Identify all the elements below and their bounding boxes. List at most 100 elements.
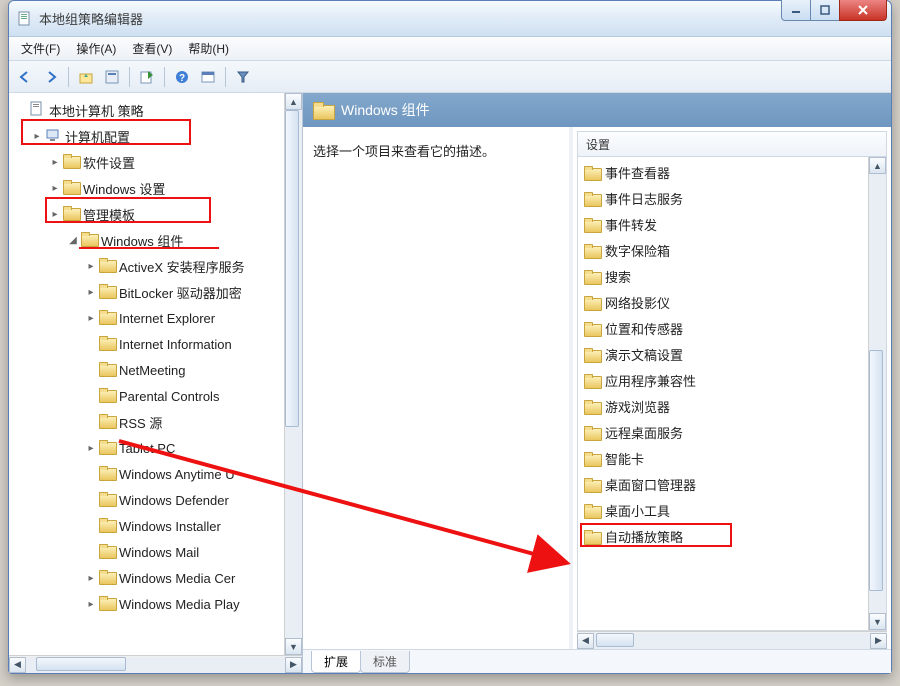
list-h-scrollbar[interactable]: ◀ ▶	[577, 631, 887, 649]
expander-icon[interactable]: ▸	[31, 131, 43, 142]
list-item-label: 位置和传感器	[605, 319, 683, 338]
scroll-thumb[interactable]	[36, 657, 126, 671]
expander-icon[interactable]: ▸	[85, 287, 97, 298]
properties-button[interactable]	[100, 65, 124, 89]
tree-item[interactable]: Windows Anytime U	[13, 461, 284, 487]
list-v-scrollbar[interactable]: ▲ ▼	[868, 157, 886, 630]
back-button[interactable]	[13, 65, 37, 89]
scroll-right-icon[interactable]: ▶	[870, 633, 887, 649]
scroll-thumb[interactable]	[596, 633, 634, 647]
list-item[interactable]: 搜索	[578, 263, 868, 289]
close-button[interactable]	[839, 0, 887, 21]
tree-item[interactable]: ▸Windows Media Cer	[13, 565, 284, 591]
list-item[interactable]: 智能卡	[578, 445, 868, 471]
scroll-thumb[interactable]	[869, 350, 883, 591]
folder-icon	[584, 244, 600, 257]
tree-item[interactable]: 本地计算机 策略	[13, 97, 284, 123]
scroll-left-icon[interactable]: ◀	[577, 633, 594, 649]
list-item[interactable]: 演示文稿设置	[578, 341, 868, 367]
folder-icon	[584, 426, 600, 439]
scroll-down-icon[interactable]: ▼	[285, 638, 302, 655]
scroll-down-icon[interactable]: ▼	[869, 613, 886, 630]
scroll-thumb[interactable]	[285, 110, 299, 427]
expander-icon[interactable]: ▸	[49, 209, 61, 220]
tree-item[interactable]: RSS 源	[13, 409, 284, 435]
titlebar: 本地组策略编辑器	[9, 1, 891, 37]
tab-standard[interactable]: 标准	[360, 651, 410, 673]
tree-item[interactable]: ▸Internet Explorer	[13, 305, 284, 331]
export-button[interactable]	[135, 65, 159, 89]
list-item[interactable]: 事件查看器	[578, 159, 868, 185]
list-item[interactable]: 位置和传感器	[578, 315, 868, 341]
tree-item[interactable]: Parental Controls	[13, 383, 284, 409]
tree-h-scrollbar[interactable]: ◀ ▶	[9, 655, 302, 673]
folder-icon	[584, 296, 600, 309]
expander-icon[interactable]: ▸	[85, 313, 97, 324]
tree-item[interactable]: ▸软件设置	[13, 149, 284, 175]
list-item[interactable]: 网络投影仪	[578, 289, 868, 315]
settings-list[interactable]: 事件查看器事件日志服务事件转发数字保险箱搜索网络投影仪位置和传感器演示文稿设置应…	[578, 157, 868, 630]
tree-item[interactable]: Windows Mail	[13, 539, 284, 565]
list-item[interactable]: 桌面小工具	[578, 497, 868, 523]
menu-action[interactable]: 操作(A)	[68, 40, 124, 57]
list-item[interactable]: 游戏浏览器	[578, 393, 868, 419]
maximize-button[interactable]	[810, 0, 840, 21]
column-header-settings[interactable]: 设置	[577, 131, 887, 157]
tab-extended[interactable]: 扩展	[311, 651, 361, 673]
tree-item[interactable]: Windows Defender	[13, 487, 284, 513]
expander-icon[interactable]: ▸	[49, 157, 61, 168]
expander-icon[interactable]: ◢	[67, 235, 79, 246]
scroll-right-icon[interactable]: ▶	[285, 657, 302, 673]
window-title: 本地组策略编辑器	[39, 9, 143, 28]
tree-item[interactable]: ▸Windows 设置	[13, 175, 284, 201]
scroll-up-icon[interactable]: ▲	[285, 93, 302, 110]
expander-icon[interactable]: ▸	[85, 261, 97, 272]
folder-icon	[584, 270, 600, 283]
tree-item-label: Windows Mail	[119, 545, 199, 560]
expander-icon[interactable]: ▸	[85, 599, 97, 610]
folder-icon	[584, 218, 600, 231]
expander-icon[interactable]: ▸	[85, 443, 97, 454]
list-item[interactable]: 桌面窗口管理器	[578, 471, 868, 497]
content-pane: Windows 组件 选择一个项目来查看它的描述。 设置 事件查看器事件日志服务…	[303, 93, 891, 673]
tree-item[interactable]: ▸Tablet PC	[13, 435, 284, 461]
menu-help[interactable]: 帮助(H)	[180, 40, 237, 57]
up-button[interactable]	[74, 65, 98, 89]
menu-view[interactable]: 查看(V)	[124, 40, 180, 57]
filter-button[interactable]	[231, 65, 255, 89]
console-button[interactable]	[196, 65, 220, 89]
folder-icon	[99, 492, 115, 508]
menubar: 文件(F) 操作(A) 查看(V) 帮助(H)	[9, 37, 891, 61]
tree-item[interactable]: ▸BitLocker 驱动器加密	[13, 279, 284, 305]
folder-icon	[99, 284, 115, 300]
toolbar: ?	[9, 61, 891, 93]
scroll-left-icon[interactable]: ◀	[9, 657, 26, 673]
tree-item[interactable]: ▸ActiveX 安装程序服务	[13, 253, 284, 279]
scroll-up-icon[interactable]: ▲	[869, 157, 886, 174]
menu-file[interactable]: 文件(F)	[13, 40, 68, 57]
body: 本地计算机 策略▸计算机配置▸软件设置▸Windows 设置▸管理模板◢Wind…	[9, 93, 891, 673]
folder-icon	[313, 102, 333, 118]
minimize-button[interactable]	[781, 0, 811, 21]
list-item[interactable]: 应用程序兼容性	[578, 367, 868, 393]
tree-v-scrollbar[interactable]: ▲ ▼	[284, 93, 302, 655]
tree-item[interactable]: ▸计算机配置	[13, 123, 284, 149]
expander-icon[interactable]: ▸	[85, 573, 97, 584]
expander-icon[interactable]: ▸	[49, 183, 61, 194]
list-item[interactable]: 远程桌面服务	[578, 419, 868, 445]
help-button[interactable]: ?	[170, 65, 194, 89]
list-item[interactable]: 数字保险箱	[578, 237, 868, 263]
tree-item[interactable]: NetMeeting	[13, 357, 284, 383]
tree-item[interactable]: ▸Windows Media Play	[13, 591, 284, 617]
tree-item[interactable]: Windows Installer	[13, 513, 284, 539]
list-item[interactable]: 事件日志服务	[578, 185, 868, 211]
list-item[interactable]: 事件转发	[578, 211, 868, 237]
list-item-label: 应用程序兼容性	[605, 371, 696, 390]
tree[interactable]: 本地计算机 策略▸计算机配置▸软件设置▸Windows 设置▸管理模板◢Wind…	[9, 93, 284, 655]
forward-button[interactable]	[39, 65, 63, 89]
tree-item[interactable]: Internet Information	[13, 331, 284, 357]
list-item-label: 游戏浏览器	[605, 397, 670, 416]
tree-item[interactable]: ◢Windows 组件	[13, 227, 284, 253]
tree-item[interactable]: ▸管理模板	[13, 201, 284, 227]
list-item[interactable]: 自动播放策略	[578, 523, 868, 549]
